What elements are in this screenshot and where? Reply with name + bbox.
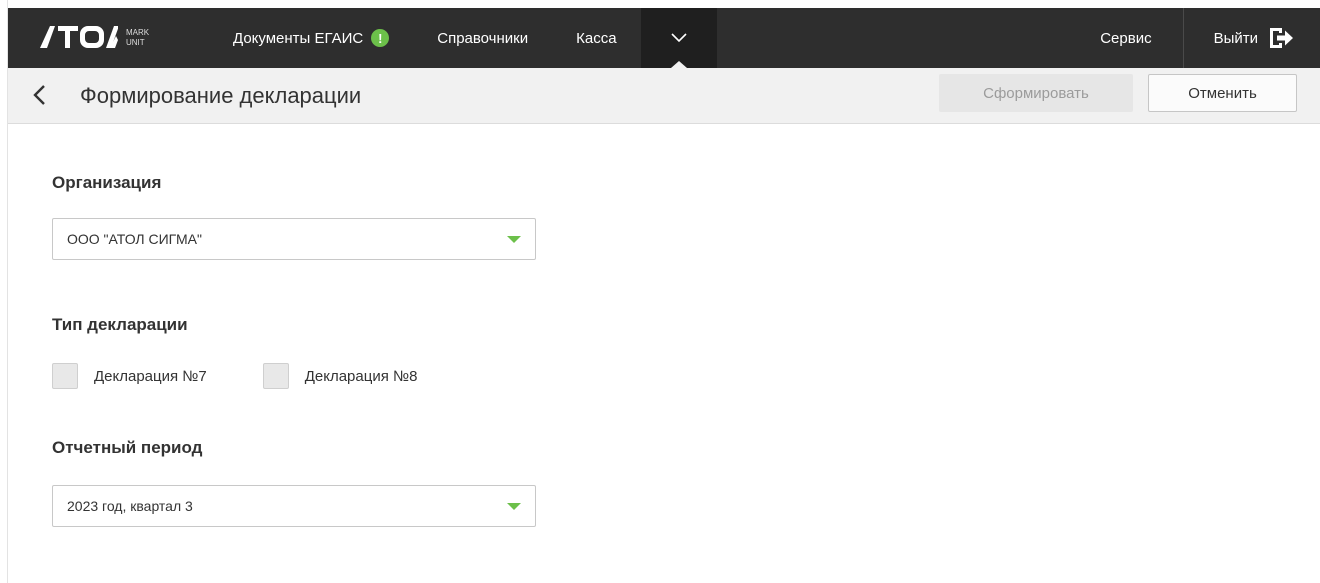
logo-sub-unit: UNIT bbox=[126, 38, 145, 47]
left-edge bbox=[0, 0, 8, 583]
page-header: Формирование декларации Сформировать Отм… bbox=[8, 68, 1320, 124]
checkbox-label: Декларация №8 bbox=[304, 367, 418, 385]
logo[interactable]: MARK UNIT bbox=[8, 8, 178, 68]
main-nav: Документы ЕГАИС ! Справочники Касса bbox=[178, 8, 717, 68]
logout-icon bbox=[1270, 28, 1293, 48]
chevron-down-icon bbox=[670, 33, 687, 43]
organization-value: ООО "АТОЛ СИГМА" bbox=[67, 231, 202, 247]
period-value: 2023 год, квартал 3 bbox=[67, 498, 193, 514]
nav-item-label: Документы ЕГАИС bbox=[233, 29, 364, 47]
service-label: Сервис bbox=[1100, 29, 1152, 47]
top-navigation-bar: MARK UNIT Документы ЕГАИС ! Справочники … bbox=[8, 8, 1320, 68]
declaration-7-checkbox[interactable]: Декларация №7 bbox=[52, 363, 207, 389]
checkbox-box[interactable] bbox=[262, 363, 289, 389]
organization-select[interactable]: ООО "АТОЛ СИГМА" bbox=[52, 218, 536, 260]
generate-button[interactable]: Сформировать bbox=[939, 74, 1133, 112]
atol-logo bbox=[40, 26, 118, 48]
nav-right: Сервис Выйти bbox=[1100, 8, 1320, 68]
nav-more-button[interactable] bbox=[640, 8, 717, 68]
nav-item-label: Касса bbox=[576, 29, 617, 47]
page-title: Формирование декларации bbox=[80, 83, 362, 108]
logo-subtitle: MARK UNIT bbox=[126, 28, 149, 48]
organization-label: Организация bbox=[52, 173, 162, 192]
service-menu[interactable]: Сервис bbox=[1100, 8, 1184, 68]
declaration-type-label: Тип декларации bbox=[52, 315, 188, 334]
nav-item-label: Справочники bbox=[437, 29, 529, 47]
period-select[interactable]: 2023 год, квартал 3 bbox=[52, 485, 536, 527]
checkbox-label: Декларация №7 bbox=[94, 367, 207, 385]
nav-item-egais-documents[interactable]: Документы ЕГАИС ! bbox=[178, 8, 413, 68]
active-indicator bbox=[670, 61, 687, 68]
cancel-button[interactable]: Отменить bbox=[1148, 74, 1297, 112]
nav-item-directories[interactable]: Справочники bbox=[413, 8, 552, 68]
declaration-8-checkbox[interactable]: Декларация №8 bbox=[262, 363, 418, 389]
logout-label: Выйти bbox=[1213, 29, 1258, 47]
dropdown-arrow-icon bbox=[507, 236, 521, 243]
declaration-type-options: Декларация №7 Декларация №8 bbox=[52, 363, 417, 389]
back-button[interactable] bbox=[32, 82, 52, 108]
nav-item-cash[interactable]: Касса bbox=[552, 8, 640, 68]
checkbox-box[interactable] bbox=[52, 363, 78, 389]
warning-icon: ! bbox=[371, 29, 390, 47]
dropdown-arrow-icon bbox=[507, 503, 521, 510]
logout-button[interactable]: Выйти bbox=[1184, 8, 1320, 68]
chevron-left-icon bbox=[33, 85, 45, 105]
logo-sub-mark: MARK bbox=[126, 28, 150, 37]
period-label: Отчетный период bbox=[52, 438, 203, 457]
